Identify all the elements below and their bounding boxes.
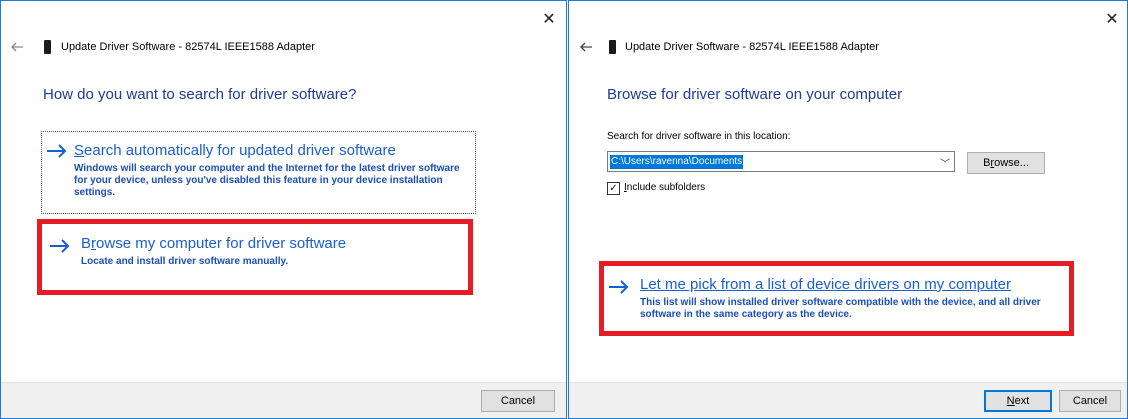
highlight-box: [599, 261, 1074, 336]
search-automatically-option[interactable]: Search automatically for updated driver …: [41, 131, 476, 214]
highlight-box: [37, 219, 473, 295]
page-heading: Browse for driver software on your compu…: [607, 86, 903, 103]
page-heading: How do you want to search for driver sof…: [43, 86, 357, 103]
back-arrow-icon[interactable]: [9, 39, 25, 55]
dialog-title: Update Driver Software - 82574L IEEE1588…: [61, 41, 315, 53]
back-arrow-icon[interactable]: [578, 39, 594, 55]
driver-path-combobox[interactable]: C:\Users\ravenna\Documents ﹀: [607, 151, 955, 172]
option-title: Search automatically for updated driver …: [74, 142, 396, 159]
device-icon: [44, 40, 51, 54]
path-input-value[interactable]: C:\Users\ravenna\Documents: [610, 155, 744, 169]
option-description: Windows will search your computer and th…: [74, 163, 460, 198]
browse-button[interactable]: Browse...: [967, 152, 1045, 174]
dialog-title: Update Driver Software - 82574L IEEE1588…: [625, 41, 879, 53]
next-button[interactable]: Next: [984, 390, 1052, 412]
dialog-footer: Next Cancel: [569, 382, 1127, 418]
close-icon[interactable]: ✕: [538, 9, 560, 31]
location-label: Search for driver software in this locat…: [607, 131, 791, 142]
cancel-button[interactable]: Cancel: [1059, 390, 1121, 412]
dialog-footer: Cancel: [1, 382, 566, 418]
device-icon: [609, 40, 616, 54]
chevron-down-icon[interactable]: ﹀: [940, 155, 950, 170]
update-driver-dialog-left: ✕ Update Driver Software - 82574L IEEE15…: [0, 0, 567, 419]
right-arrow-icon: [47, 144, 67, 158]
cancel-button[interactable]: Cancel: [481, 390, 555, 412]
include-subfolders-label: Include subfolders: [624, 182, 706, 193]
checkmark-icon[interactable]: ✓: [607, 182, 620, 195]
close-icon[interactable]: ✕: [1101, 9, 1123, 31]
update-driver-dialog-right: ✕ Update Driver Software - 82574L IEEE15…: [568, 0, 1128, 419]
